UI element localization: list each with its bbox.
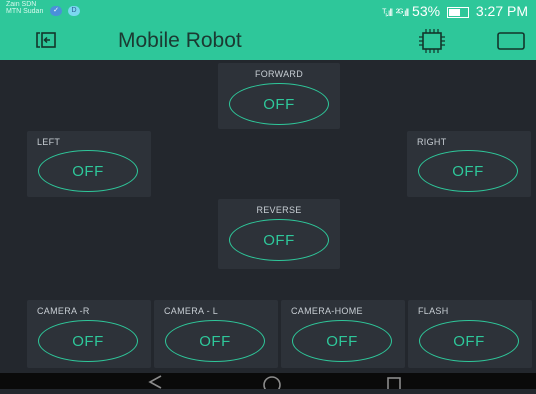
tile-label: LEFT xyxy=(37,137,61,147)
system-nav-bar xyxy=(0,373,536,394)
tile-label: REVERSE xyxy=(256,205,302,215)
battery-percent: 53% xyxy=(412,3,441,19)
app-header: Mobile Robot xyxy=(0,22,536,60)
tile-label: CAMERA -R xyxy=(37,306,90,316)
tile-label: FORWARD xyxy=(254,69,304,79)
carrier-name-2: MTN Sudan xyxy=(6,8,44,15)
home-circle-icon[interactable] xyxy=(262,375,282,394)
carrier-info: Zain SDN MTN Sudan xyxy=(6,1,43,15)
tile-camera-r: CAMERA -R OFF xyxy=(27,300,151,368)
tile-label: CAMERA-HOME xyxy=(291,306,363,316)
tile-label: RIGHT xyxy=(417,137,447,147)
tile-camera-l: CAMERA - L OFF xyxy=(154,300,278,368)
tile-right: RIGHT OFF xyxy=(407,131,531,197)
empty-box-icon[interactable] xyxy=(497,32,525,50)
battery-icon xyxy=(446,6,469,18)
tile-forward: FORWARD OFF xyxy=(218,63,340,129)
tile-camera-home: CAMERA-HOME OFF xyxy=(281,300,405,368)
tile-reverse: REVERSE OFF xyxy=(218,199,340,269)
clock: 3:27 PM xyxy=(475,3,528,19)
reverse-button[interactable]: OFF xyxy=(229,219,329,261)
carrier-name-1: Zain SDN xyxy=(6,1,37,8)
signal-icon-2: ²ᴳ.ıll xyxy=(395,8,409,19)
flash-button[interactable]: OFF xyxy=(419,320,519,362)
back-triangle-icon[interactable] xyxy=(148,375,164,394)
status-bar: Zain SDN MTN Sudan ✓ D ᵀᵢ.ıll ²ᴳ.ıll 53%… xyxy=(0,0,536,22)
tile-left: LEFT OFF xyxy=(27,131,151,197)
left-button[interactable]: OFF xyxy=(38,150,138,192)
tile-flash: FLASH OFF xyxy=(408,300,532,368)
recents-square-icon[interactable] xyxy=(386,375,402,394)
camera-left-button[interactable]: OFF xyxy=(165,320,265,362)
right-button[interactable]: OFF xyxy=(418,150,518,192)
tile-label: FLASH xyxy=(418,306,449,316)
forward-button[interactable]: OFF xyxy=(229,83,329,125)
page-title: Mobile Robot xyxy=(118,29,242,52)
back-to-projects-icon[interactable] xyxy=(35,30,57,50)
tile-label: CAMERA - L xyxy=(164,306,219,316)
camera-home-button[interactable]: OFF xyxy=(292,320,392,362)
camera-right-button[interactable]: OFF xyxy=(38,320,138,362)
device-chip-icon[interactable] xyxy=(418,28,446,54)
status-right: ᵀᵢ.ıll ²ᴳ.ıll 53% 3:27 PM xyxy=(382,3,528,22)
signal-icon-1: ᵀᵢ.ıll xyxy=(382,8,393,19)
app-notification-icon: D xyxy=(68,6,80,16)
notification-icon: ✓ xyxy=(50,6,62,16)
